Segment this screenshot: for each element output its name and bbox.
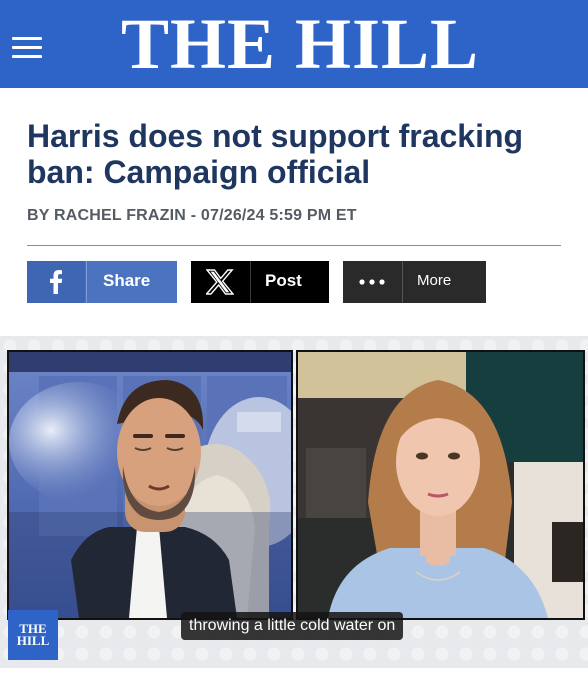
video-caption: throwing a little cold water on xyxy=(181,612,404,640)
video-panel-guest xyxy=(296,350,585,620)
button-divider xyxy=(250,261,251,303)
logo-badge-line-2: HILL xyxy=(16,633,50,648)
more-share-button[interactable]: More xyxy=(343,261,486,303)
guest-video-frame xyxy=(298,352,583,618)
button-divider xyxy=(402,261,403,303)
more-label: More xyxy=(417,272,452,289)
x-logo-icon xyxy=(191,261,249,303)
site-logo[interactable]: THE HILL xyxy=(100,6,500,82)
facebook-share-label: Share xyxy=(103,271,151,290)
x-post-button[interactable]: Post xyxy=(191,261,329,303)
host-video-frame xyxy=(9,352,291,618)
facebook-share-button[interactable]: Share xyxy=(27,261,177,303)
article-byline: BY RACHEL FRAZIN - 07/26/24 5:59 PM ET xyxy=(27,207,357,224)
facebook-icon xyxy=(27,261,85,303)
divider xyxy=(27,245,561,246)
more-dots-icon xyxy=(343,261,401,303)
menu-icon[interactable] xyxy=(12,37,42,59)
video-panel-host xyxy=(7,350,293,620)
x-post-label: Post xyxy=(265,271,302,290)
article-headline: Harris does not support fracking ban: Ca… xyxy=(27,118,524,190)
site-header: THE HILL xyxy=(0,0,588,88)
button-divider xyxy=(86,261,87,303)
the-hill-logo-badge: THE HILL xyxy=(8,610,58,660)
